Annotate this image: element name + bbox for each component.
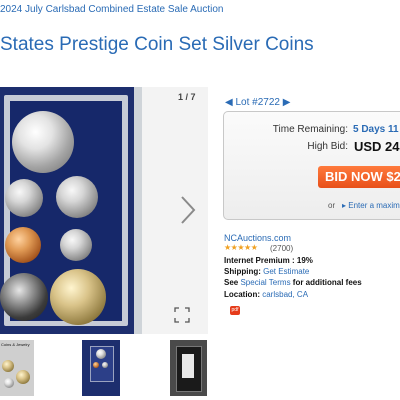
- terms-prefix: See: [224, 278, 239, 287]
- next-lot-icon[interactable]: ▶: [283, 97, 291, 108]
- chevron-right-icon[interactable]: [179, 194, 197, 226]
- image-gallery: [0, 87, 208, 334]
- coin-jefferson-nickel: [5, 179, 43, 217]
- internet-premium-text: Internet Premium : 19%: [224, 256, 313, 265]
- bid-now-button[interactable]: BID NOW $2: [318, 166, 400, 188]
- rating-stars-icon: ★★★★★: [224, 243, 258, 252]
- coin-lincoln-cent: [5, 227, 41, 263]
- thumbnail-1[interactable]: Coins & Jewelry: [0, 340, 34, 396]
- max-bid-link[interactable]: ▸ Enter a maximu: [342, 201, 400, 210]
- thumb-coin-icon: [102, 362, 108, 368]
- thumb-coin-icon: [16, 370, 30, 384]
- main-photo[interactable]: [0, 87, 134, 334]
- lot-number: Lot #2722: [235, 97, 280, 108]
- photo-edge: [134, 87, 142, 334]
- thumb-coin-icon: [93, 362, 99, 368]
- shipping-row: Shipping: Get Estimate: [224, 267, 309, 276]
- internet-premium: Internet Premium : 19%: [224, 256, 313, 265]
- coin-liberty-commemorative: [50, 269, 106, 325]
- max-bid-link-label: Enter a maximu: [348, 201, 400, 210]
- coin-statue-of-liberty-dollar: [12, 111, 74, 173]
- thumb-coin-icon: [96, 349, 106, 359]
- bid-button-label: BID NOW $2: [325, 169, 400, 184]
- coin-kennedy-half-dollar: [0, 273, 48, 321]
- shipping-label: Shipping:: [224, 267, 261, 276]
- time-remaining-label: Time Remaining:: [272, 124, 348, 135]
- coin-roosevelt-dime: [60, 229, 92, 261]
- pdf-icon[interactable]: pdf: [230, 306, 240, 315]
- caret-right-icon: ▸: [342, 201, 347, 210]
- thumbnail-3[interactable]: [170, 340, 207, 396]
- thumbnail-caption: Coins & Jewelry: [1, 342, 30, 347]
- high-bid-value: USD 24.0: [354, 139, 400, 154]
- terms-row: See Special Terms for additional fees: [224, 278, 362, 287]
- page-title: States Prestige Coin Set Silver Coins: [0, 34, 314, 55]
- time-remaining-value: 5 Days 11 H: [353, 124, 400, 135]
- thumb-coin-icon: [2, 360, 14, 372]
- lot-navigation: ◀ Lot #2722 ▶: [225, 97, 290, 108]
- breadcrumb[interactable]: 2024 July Carlsbad Combined Estate Sale …: [0, 4, 223, 15]
- expand-icon[interactable]: [174, 307, 190, 323]
- case-insert: [0, 101, 122, 325]
- or-text: or: [328, 201, 336, 210]
- thumb-card: [182, 354, 194, 378]
- previous-lot-icon[interactable]: ◀: [225, 97, 233, 108]
- location-label: Location:: [224, 290, 260, 299]
- location-row: Location: carlsbad, CA: [224, 290, 308, 299]
- thumb-coin-icon: [4, 378, 14, 388]
- location-value[interactable]: carlsbad, CA: [262, 290, 308, 299]
- thumbnail-2[interactable]: [82, 340, 120, 396]
- seller-name[interactable]: NCAuctions.com: [224, 233, 291, 243]
- shipping-estimate-link[interactable]: Get Estimate: [263, 267, 309, 276]
- terms-suffix: for additional fees: [292, 278, 362, 287]
- special-terms-link[interactable]: Special Terms: [240, 278, 290, 287]
- rating-count[interactable]: (2700): [270, 244, 293, 253]
- image-counter: 1 / 7: [178, 92, 196, 102]
- coin-washington-quarter: [56, 176, 98, 218]
- high-bid-label: High Bid:: [307, 141, 348, 152]
